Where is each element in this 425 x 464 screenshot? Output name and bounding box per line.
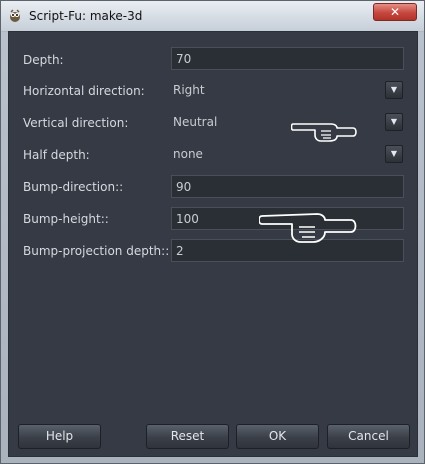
horizontal-direction-combo[interactable]: Right ▼	[171, 79, 404, 102]
title-bar[interactable]: Script-Fu: make-3d ✕	[1, 1, 424, 32]
cancel-button-label: Cancel	[348, 429, 389, 443]
window-title: Script-Fu: make-3d	[29, 9, 143, 23]
help-button-label: Help	[45, 429, 74, 443]
horizontal-direction-value: Right	[173, 83, 205, 97]
bump-direction-value: 90	[176, 180, 192, 194]
gimp-app-icon	[10, 9, 20, 22]
depth-label: Depth:	[23, 53, 64, 67]
bump-height-label: Bump-height::	[23, 212, 109, 226]
script-fu-dialog-window: Script-Fu: make-3d ✕ Depth: 70 Horizonta…	[0, 0, 425, 464]
close-button[interactable]: ✕	[373, 3, 417, 21]
bump-projection-depth-value: 2	[176, 244, 184, 258]
vertical-direction-combo[interactable]: Neutral ▼	[171, 111, 404, 134]
chevron-down-icon: ▼	[390, 85, 398, 94]
half-depth-label: Half depth:	[23, 148, 90, 162]
reset-button-label: Reset	[170, 429, 205, 443]
help-button[interactable]: Help	[18, 424, 101, 449]
horizontal-direction-dropdown-button[interactable]: ▼	[385, 81, 403, 99]
close-icon: ✕	[389, 5, 401, 19]
half-depth-dropdown-button[interactable]: ▼	[385, 145, 403, 163]
vertical-direction-value: Neutral	[173, 115, 218, 129]
vertical-direction-dropdown-button[interactable]: ▼	[385, 113, 403, 131]
bump-height-value: 100	[176, 212, 199, 226]
bump-projection-depth-label: Bump-projection depth::	[23, 244, 170, 258]
depth-value: 70	[176, 52, 192, 66]
pointing-hand-icon	[291, 123, 357, 142]
dialog-content: Depth: 70 Horizontal direction: Right ▼ …	[8, 31, 418, 457]
ok-button[interactable]: OK	[236, 424, 319, 449]
bump-direction-label: Bump-direction::	[23, 180, 124, 194]
horizontal-direction-label: Horizontal direction:	[23, 84, 145, 98]
bump-direction-input[interactable]: 90	[171, 175, 404, 198]
chevron-down-icon: ▼	[390, 149, 398, 158]
half-depth-value: none	[173, 147, 203, 161]
cancel-button[interactable]: Cancel	[327, 424, 410, 449]
vertical-direction-label: Vertical direction:	[23, 116, 129, 130]
pointing-hand-icon	[259, 213, 357, 243]
chevron-down-icon: ▼	[390, 117, 398, 126]
ok-button-label: OK	[268, 429, 287, 443]
depth-input[interactable]: 70	[171, 47, 404, 70]
half-depth-combo[interactable]: none ▼	[171, 143, 404, 166]
reset-button[interactable]: Reset	[146, 424, 229, 449]
